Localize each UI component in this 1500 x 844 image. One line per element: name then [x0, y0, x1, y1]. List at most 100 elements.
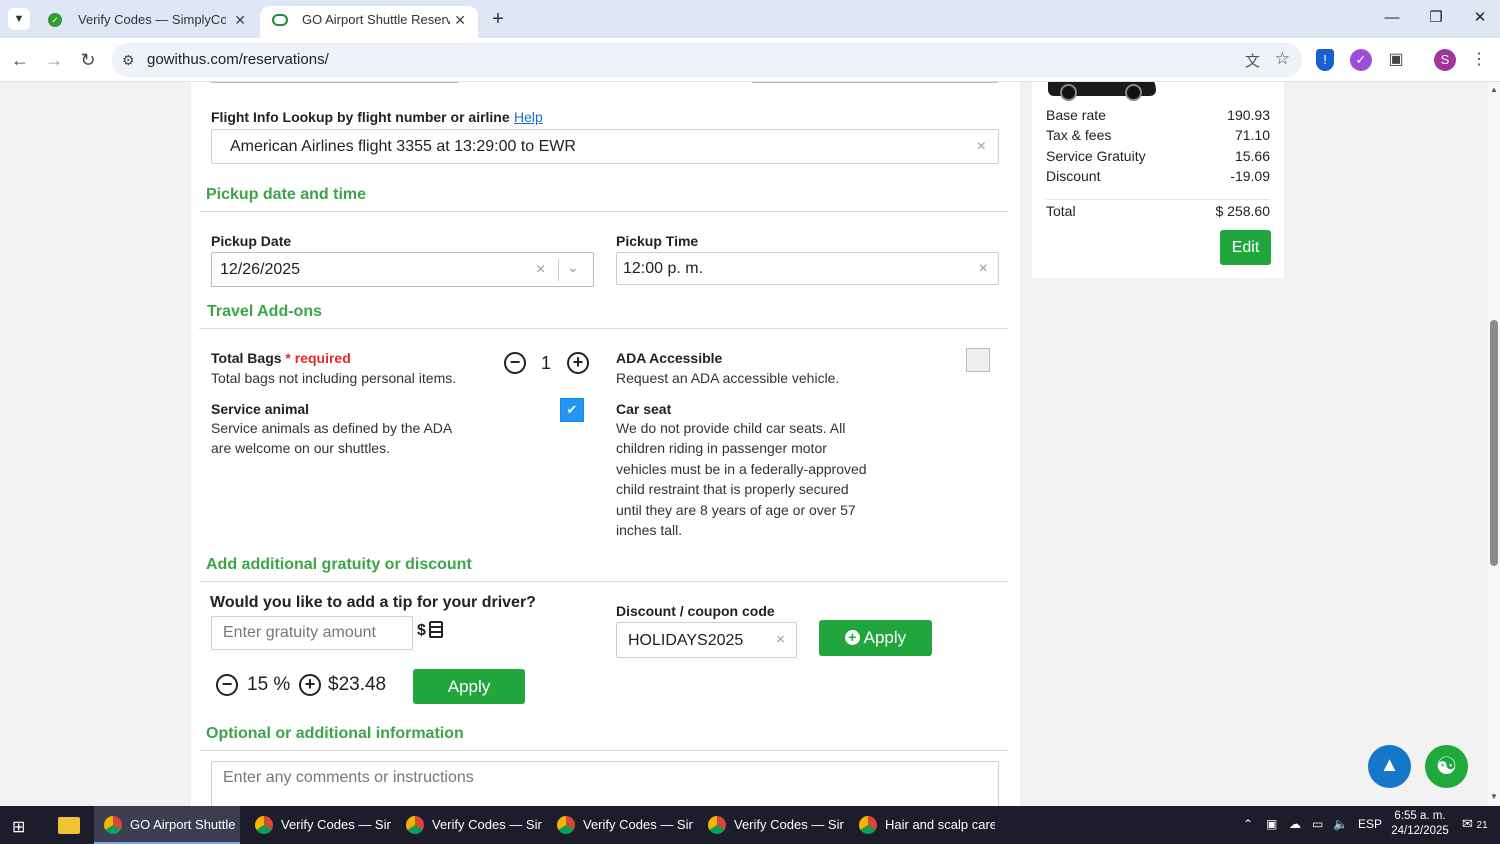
taskbar-app[interactable]: Verify Codes — Sim...: [698, 806, 844, 844]
tab-verify-codes[interactable]: ✓ Verify Codes — SimplyCodes ✕: [36, 6, 258, 38]
tab-title: GO Airport Shuttle Reservation: [302, 12, 450, 27]
taskbar-app-label: Verify Codes — Sim...: [432, 817, 542, 832]
back-arrow-icon[interactable]: ←: [8, 48, 32, 72]
minimize-icon[interactable]: —: [1370, 4, 1414, 32]
service-animal-label: Service animal: [211, 401, 310, 417]
reload-icon[interactable]: ↻: [76, 48, 100, 72]
coupon-input[interactable]: HOLIDAYS2025 ×: [616, 622, 797, 658]
gratuity-placeholder: Enter gratuity amount: [223, 624, 376, 641]
help-link[interactable]: Help: [514, 109, 543, 125]
total-label: Total: [1046, 203, 1076, 219]
scroll-up-arrow-icon[interactable]: ▲: [1490, 85, 1498, 94]
window-close-icon[interactable]: ✕: [1458, 4, 1500, 32]
coupon-label: Discount / coupon code: [616, 603, 775, 619]
notification-icon[interactable]: ✉ 21: [1462, 816, 1488, 832]
apply-coupon-button[interactable]: + Apply: [819, 620, 932, 656]
forward-arrow-icon[interactable]: →: [42, 48, 66, 72]
close-icon[interactable]: ×: [776, 631, 785, 648]
device-icon[interactable]: ▣: [1266, 817, 1277, 831]
apply-coupon-label: Apply: [863, 628, 907, 647]
close-icon[interactable]: ×: [979, 260, 988, 278]
fee-value: -19.09: [1230, 168, 1270, 184]
taskbar-app-label: GO Airport Shuttle ...: [130, 817, 240, 832]
chevron-down-icon[interactable]: ⌄: [567, 259, 579, 276]
omnibox[interactable]: ⚙ gowithus.com/reservations/ 文 ☆: [112, 43, 1302, 77]
taskbar-app[interactable]: Verify Codes — Sim...: [396, 806, 542, 844]
fee-label: Discount: [1046, 168, 1101, 184]
cloud-icon[interactable]: ☁: [1289, 817, 1301, 831]
section-title-gratuity: Add additional gratuity or discount: [206, 556, 472, 573]
apply-tip-button[interactable]: Apply: [413, 669, 525, 704]
scrollbar-thumb[interactable]: [1490, 320, 1498, 566]
close-icon[interactable]: ✕: [234, 6, 246, 34]
file-explorer-icon[interactable]: [58, 817, 80, 834]
edit-button[interactable]: Edit: [1220, 230, 1271, 265]
taskbar-app[interactable]: Verify Codes — Sim...: [547, 806, 693, 844]
chrome-icon: [557, 816, 575, 834]
fee-value: 15.66: [1234, 148, 1270, 164]
flight-lookup-input[interactable]: American Airlines flight 3355 at 13:29:0…: [211, 129, 999, 164]
description-line: Service animals as defined by the ADA: [211, 420, 453, 436]
plus-circle-icon[interactable]: +: [567, 352, 589, 374]
site-info-icon[interactable]: ⚙: [122, 52, 135, 69]
close-icon[interactable]: ×: [536, 261, 545, 279]
network-icon[interactable]: ▭: [1312, 817, 1323, 831]
url-text[interactable]: gowithus.com/reservations/: [147, 51, 329, 68]
page-viewport: Flight Info Lookup by flight number or a…: [0, 82, 1500, 806]
tab-list-icon[interactable]: ▼: [8, 8, 30, 30]
section-divider: [199, 750, 1008, 751]
simplycodes-extension-icon[interactable]: ✓: [1350, 49, 1372, 71]
avatar[interactable]: S: [1434, 49, 1456, 71]
shield-extension-icon[interactable]: !: [1316, 49, 1334, 71]
ada-accessible-checkbox[interactable]: [966, 348, 990, 372]
ada-accessible-description: Request an ADA accessible vehicle.: [616, 370, 840, 386]
translate-icon[interactable]: 文: [1245, 50, 1260, 71]
chrome-icon: [708, 816, 726, 834]
plus-icon[interactable]: +: [486, 6, 510, 32]
select-separator: [558, 259, 559, 281]
scroll-to-top-button[interactable]: ▲: [1368, 745, 1411, 788]
service-animal-checkbox[interactable]: ✔: [560, 398, 584, 422]
fee-label: Service Gratuity: [1046, 148, 1146, 164]
tip-question: Would you like to add a tip for your dri…: [210, 594, 536, 611]
description-line: inches tall.: [616, 522, 683, 539]
price-summary: Base rate 190.93 Tax & fees 71.10 Servic…: [1032, 82, 1284, 278]
minus-circle-icon[interactable]: −: [216, 674, 238, 696]
pickup-time-label: Pickup Time: [616, 233, 699, 249]
windows-start-icon[interactable]: ⊞: [12, 817, 25, 837]
clock[interactable]: 6:55 a. m. 24/12/2025: [1388, 809, 1452, 839]
pickup-time-input[interactable]: 12:00 p. m. ×: [616, 252, 999, 285]
scroll-down-arrow-icon[interactable]: ▼: [1490, 792, 1498, 801]
star-icon[interactable]: ☆: [1275, 49, 1290, 69]
tip-amount: $23.48: [328, 674, 387, 695]
tip-percent: 15 %: [247, 674, 291, 695]
description-line: children riding in passenger motor: [616, 440, 827, 457]
gratuity-amount-input[interactable]: Enter gratuity amount: [211, 616, 413, 650]
close-icon[interactable]: ×: [977, 138, 986, 156]
close-icon[interactable]: ✕: [454, 6, 466, 34]
comments-textarea[interactable]: Enter any comments or instructions: [211, 761, 999, 806]
summary-divider: [1046, 199, 1270, 200]
page-scrollbar[interactable]: ▲ ▼: [1488, 82, 1500, 806]
restore-icon[interactable]: ❐: [1414, 4, 1458, 32]
pickup-date-select[interactable]: 12/26/2025 × ⌄: [211, 252, 594, 287]
calculator-icon[interactable]: [429, 621, 443, 638]
pickup-date-value: 12/26/2025: [220, 261, 301, 278]
menu-icon[interactable]: ⋮: [1468, 49, 1490, 71]
fee-value: 71.10: [1234, 127, 1270, 143]
minus-circle-icon[interactable]: −: [504, 352, 526, 374]
previous-field-edge: [211, 82, 458, 83]
taskbar-app[interactable]: GO Airport Shuttle ...: [94, 806, 240, 844]
chevron-up-icon[interactable]: ⌃: [1243, 817, 1253, 831]
taskbar-app[interactable]: Verify Codes — Sim...: [245, 806, 391, 844]
taskbar-app-label: Verify Codes — Sim...: [734, 817, 844, 832]
section-divider: [199, 328, 1008, 329]
taskbar-app[interactable]: Hair and scalp care ...: [849, 806, 995, 844]
plus-circle-icon[interactable]: +: [299, 674, 321, 696]
required-marker: * required: [285, 350, 351, 366]
language-indicator[interactable]: ESP: [1358, 817, 1382, 831]
volume-icon[interactable]: 🔈: [1333, 817, 1348, 831]
extension-icon[interactable]: ▣: [1385, 49, 1407, 71]
accessibility-button[interactable]: ☯: [1425, 745, 1468, 788]
tab-go-airport-shuttle[interactable]: GO Airport Shuttle Reservation ✕: [260, 6, 478, 38]
